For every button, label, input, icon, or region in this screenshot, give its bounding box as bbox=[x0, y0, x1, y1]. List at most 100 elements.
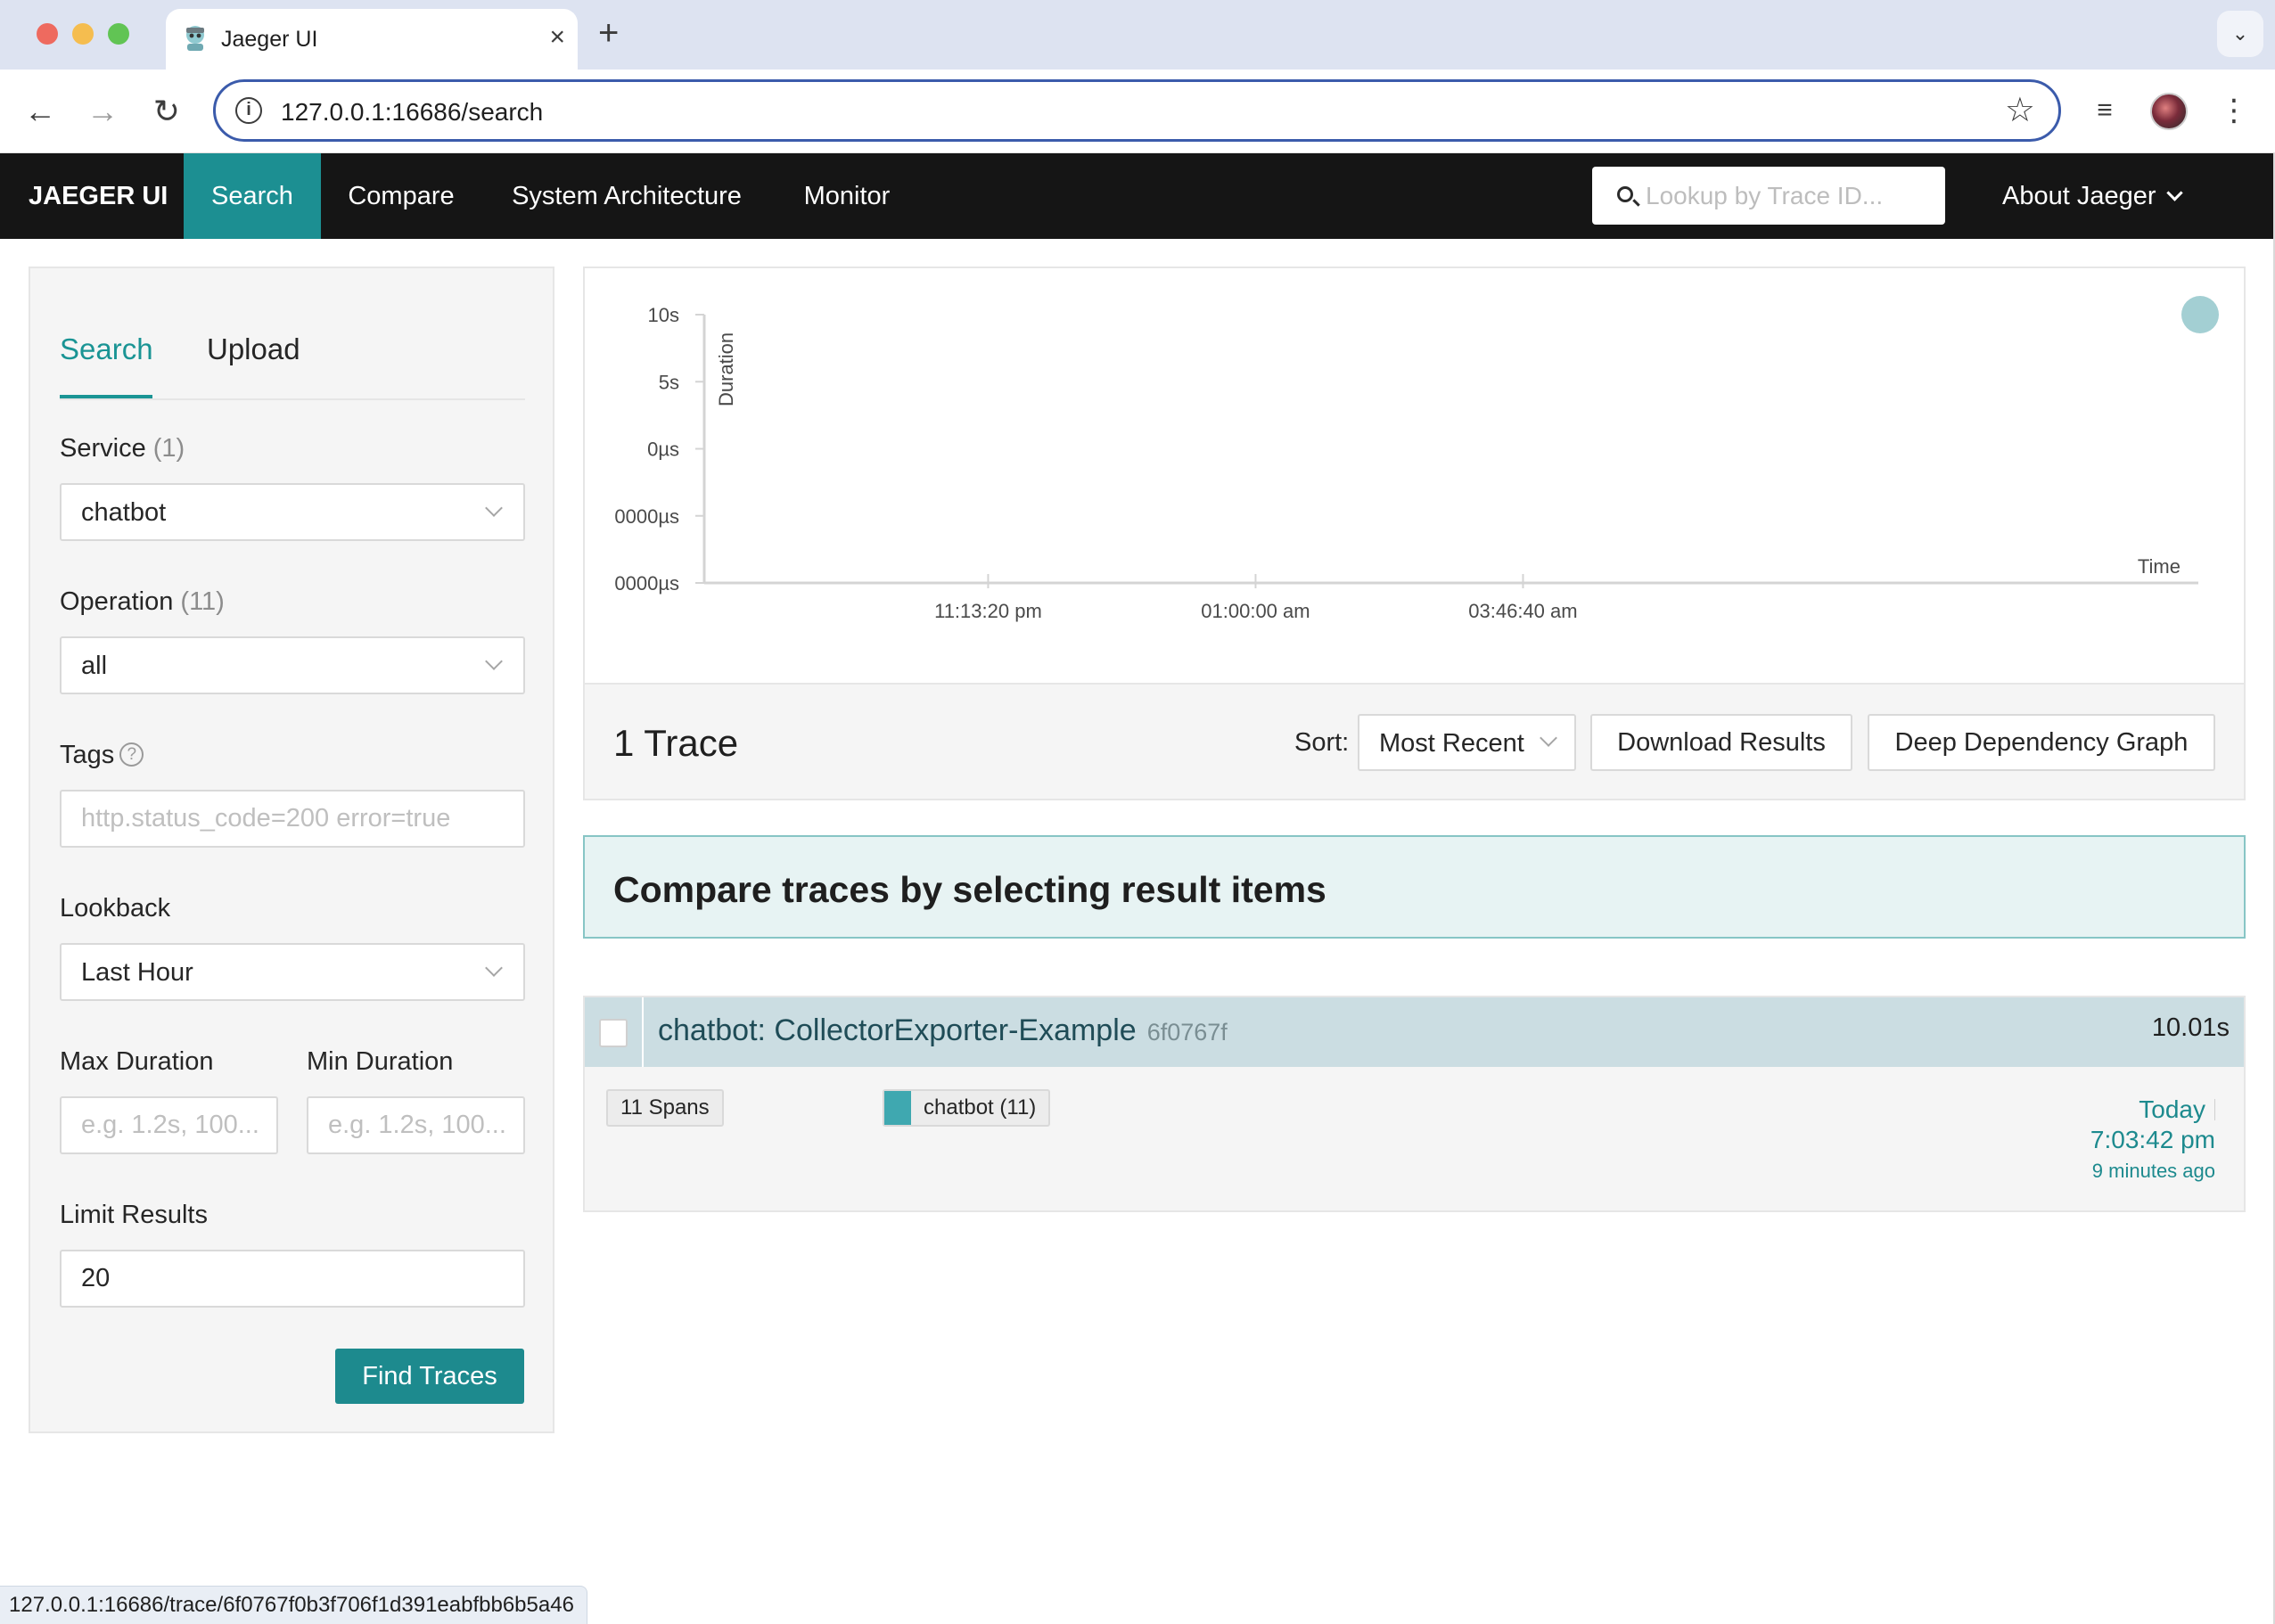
chevron-down-icon bbox=[485, 652, 503, 670]
trace-item-header[interactable]: chatbot: CollectorExporter-Example 6f0767… bbox=[585, 997, 2244, 1067]
sort-value: Most Recent bbox=[1379, 729, 1524, 758]
y-tick-label: 5s bbox=[659, 371, 679, 393]
span-count-tag: 11 Spans bbox=[606, 1089, 724, 1127]
trace-name: chatbot: CollectorExporter-Example bbox=[658, 1013, 1137, 1047]
y-tick-label: 0000µs bbox=[614, 572, 679, 595]
trace-count: 1 Trace bbox=[613, 722, 739, 764]
trace-scatter-plot: Duration Time 10s 5s 0µs 0000µs 0000µs 11:13… bbox=[583, 267, 2246, 684]
tab-upload[interactable]: Upload bbox=[207, 332, 300, 366]
trace-relative-time: 9 minutes ago bbox=[2091, 1160, 2215, 1182]
operation-value: all bbox=[81, 652, 108, 680]
active-tab-indicator bbox=[60, 395, 152, 398]
y-axis-label: Duration bbox=[715, 332, 737, 406]
x-tick-label: 11:13:20 pm bbox=[934, 600, 1042, 622]
window-maximize-button[interactable] bbox=[108, 23, 129, 45]
new-tab-button[interactable]: + bbox=[598, 15, 619, 51]
deep-dependency-graph-button[interactable]: Deep Dependency Graph bbox=[1868, 714, 2215, 771]
max-duration-label: Max Duration bbox=[60, 1047, 214, 1076]
about-jaeger-label: About Jaeger bbox=[2002, 182, 2156, 210]
window-close-button[interactable] bbox=[37, 23, 58, 45]
search-icon bbox=[1617, 186, 1633, 202]
nav-search[interactable]: Search bbox=[184, 153, 321, 239]
trace-time: 7:03:42 pm bbox=[2090, 1126, 2215, 1153]
y-tick-label: 0000µs bbox=[614, 505, 679, 528]
address-url[interactable]: 127.0.0.1:16686/search bbox=[281, 98, 543, 127]
browser-tabstrip: Jaeger UI × + ⌄ bbox=[0, 0, 2275, 70]
min-duration-label: Min Duration bbox=[307, 1047, 454, 1076]
trace-timestamp: Today 7:03:42 pm 9 minutes ago bbox=[2090, 1095, 2215, 1183]
results-header: 1 Trace Sort: Most Recent Download Resul… bbox=[583, 683, 2246, 800]
media-queue-icon[interactable]: ≡ bbox=[2083, 89, 2126, 132]
x-axis-label: Time bbox=[2138, 555, 2181, 578]
back-arrow-icon[interactable]: ← bbox=[20, 91, 61, 132]
site-info-icon[interactable]: i bbox=[235, 97, 262, 124]
service-value: chatbot bbox=[81, 498, 167, 527]
y-tick-label: 10s bbox=[648, 304, 679, 326]
tags-input[interactable] bbox=[60, 790, 525, 848]
lookback-value: Last Hour bbox=[81, 958, 193, 987]
window-minimize-button[interactable] bbox=[72, 23, 94, 45]
sort-label: Sort: bbox=[1294, 728, 1350, 757]
operation-select[interactable]: all bbox=[60, 636, 525, 694]
trace-point[interactable] bbox=[2181, 296, 2219, 333]
limit-results-input[interactable] bbox=[60, 1250, 525, 1308]
lookback-label: Lookback bbox=[60, 894, 171, 923]
trace-select-checkbox[interactable] bbox=[599, 1019, 628, 1047]
chevron-down-icon bbox=[1540, 729, 1557, 747]
trace-id-lookup bbox=[1592, 167, 1945, 225]
service-label: Service (1) bbox=[60, 434, 185, 463]
chevron-down-icon bbox=[2165, 185, 2183, 201]
profile-avatar[interactable] bbox=[2150, 93, 2188, 130]
tags-label-text: Tags bbox=[60, 741, 115, 769]
service-tag: chatbot (11) bbox=[883, 1089, 1051, 1127]
trace-title-link[interactable]: chatbot: CollectorExporter-Example 6f0767… bbox=[658, 1013, 1228, 1048]
day-separator bbox=[2214, 1099, 2215, 1120]
checkbox-divider bbox=[642, 997, 644, 1067]
sort-select[interactable]: Most Recent bbox=[1358, 714, 1576, 771]
trace-id-input[interactable] bbox=[1646, 167, 1931, 225]
tab-search-chevron-icon[interactable]: ⌄ bbox=[2217, 11, 2263, 57]
tab-divider bbox=[60, 398, 525, 400]
compare-banner-text: Compare traces by selecting result items bbox=[613, 869, 1326, 910]
nav-monitor[interactable]: Monitor bbox=[772, 153, 922, 239]
limit-results-label: Limit Results bbox=[60, 1201, 208, 1229]
lookback-select[interactable]: Last Hour bbox=[60, 943, 525, 1001]
forward-arrow-icon[interactable]: → bbox=[82, 91, 123, 132]
service-color-swatch bbox=[884, 1091, 911, 1125]
scatter-plot-svg: Duration Time 10s 5s 0µs 0000µs 0000µs 11:13… bbox=[614, 296, 2219, 622]
operation-count: (11) bbox=[180, 587, 225, 616]
search-form-panel: Search Upload Service (1) chatbot Operat… bbox=[29, 267, 554, 1433]
nav-system-architecture[interactable]: System Architecture bbox=[481, 153, 772, 239]
tab-search[interactable]: Search bbox=[60, 332, 153, 366]
help-icon[interactable]: ? bbox=[119, 742, 144, 767]
browser-toolbar: ← → ↻ i 127.0.0.1:16686/search ☆ ≡ ⋮ bbox=[0, 70, 2275, 153]
chevron-down-icon bbox=[485, 499, 503, 517]
link-status-bar: 127.0.0.1:16686/trace/6f0767f0b3f706f1d3… bbox=[0, 1586, 587, 1624]
bookmark-star-icon[interactable]: ☆ bbox=[2005, 89, 2035, 132]
min-duration-input[interactable] bbox=[307, 1096, 525, 1154]
tags-label: Tags? bbox=[60, 741, 144, 770]
download-results-button[interactable]: Download Results bbox=[1590, 714, 1852, 771]
tab-close-icon[interactable]: × bbox=[549, 21, 565, 53]
browser-menu-icon[interactable]: ⋮ bbox=[2213, 89, 2255, 132]
service-select[interactable]: chatbot bbox=[60, 483, 525, 541]
trace-result-item[interactable]: chatbot: CollectorExporter-Example 6f0767… bbox=[583, 996, 2246, 1212]
browser-tab[interactable]: Jaeger UI × bbox=[166, 9, 578, 70]
operation-label-text: Operation bbox=[60, 587, 174, 616]
service-label-text: Service bbox=[60, 434, 146, 463]
trace-day: Today bbox=[2139, 1095, 2205, 1123]
x-tick-label: 03:46:40 am bbox=[1468, 600, 1577, 622]
max-duration-input[interactable] bbox=[60, 1096, 278, 1154]
operation-label: Operation (11) bbox=[60, 587, 225, 617]
about-jaeger-menu[interactable]: About Jaeger bbox=[2002, 153, 2183, 239]
reload-icon[interactable]: ↻ bbox=[146, 91, 187, 132]
chevron-down-icon bbox=[485, 959, 503, 977]
nav-compare[interactable]: Compare bbox=[321, 153, 481, 239]
jaeger-brand[interactable]: JAEGER UI bbox=[29, 153, 168, 239]
address-bar[interactable]: i 127.0.0.1:16686/search ☆ bbox=[213, 79, 2061, 142]
x-tick-label: 01:00:00 am bbox=[1201, 600, 1310, 622]
service-tag-label: chatbot (11) bbox=[924, 1095, 1037, 1120]
find-traces-button[interactable]: Find Traces bbox=[335, 1349, 524, 1404]
y-tick-label: 0µs bbox=[647, 439, 679, 461]
jaeger-favicon-icon bbox=[186, 26, 204, 51]
